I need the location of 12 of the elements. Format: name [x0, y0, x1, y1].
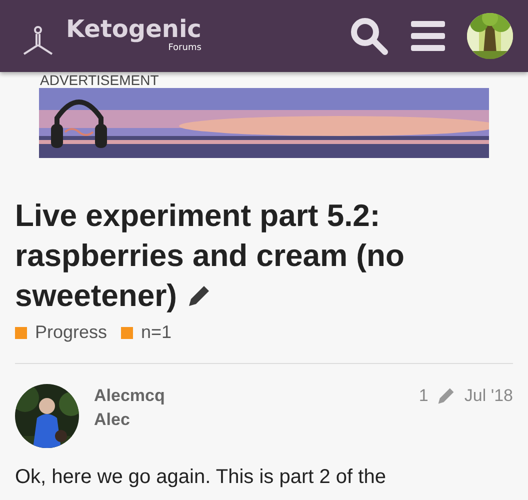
logo-subtitle: Forums — [168, 43, 202, 53]
advertisement-label: ADVERTISEMENT — [40, 72, 160, 88]
molecule-icon[interactable] — [22, 25, 54, 57]
logo-title[interactable]: Ketogenic — [66, 15, 202, 43]
username[interactable]: Alecmcq — [94, 384, 165, 408]
category-tag[interactable]: Progress — [35, 322, 108, 343]
full-name: Alec — [94, 409, 131, 431]
topic-title: Live experiment part 5.2: raspberries and cream (no sweetener) — [15, 197, 406, 315]
search-icon[interactable] — [349, 16, 389, 56]
menu-icon[interactable] — [411, 21, 445, 51]
category-tag[interactable]: n=1 — [141, 322, 172, 343]
post-text: Ok, here we go again. This is part 2 of the — [15, 466, 387, 489]
